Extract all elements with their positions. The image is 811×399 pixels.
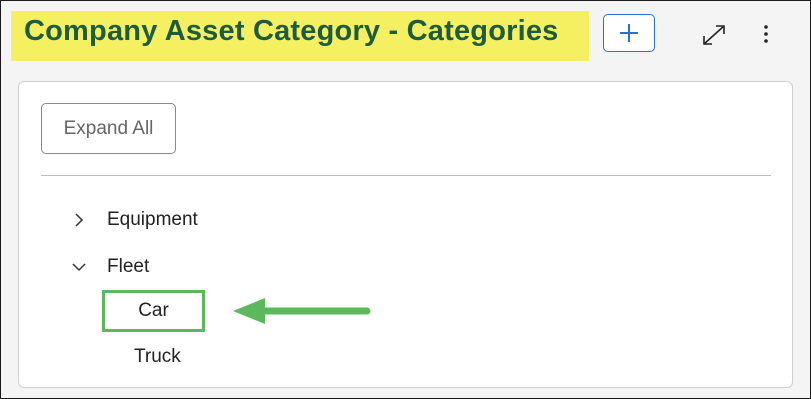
categories-panel: Expand All Equipment Fleet Car Truck bbox=[18, 81, 793, 388]
tree-item-truck[interactable]: Truck bbox=[134, 346, 181, 368]
tree-item-car[interactable]: Car bbox=[102, 290, 205, 332]
chevron-right-icon[interactable] bbox=[71, 212, 87, 228]
tree-item-fleet[interactable]: Fleet bbox=[71, 256, 149, 278]
plus-icon bbox=[620, 24, 638, 42]
expand-all-button[interactable]: Expand All bbox=[41, 103, 176, 154]
tree-item-label: Truck bbox=[134, 346, 181, 367]
annotation-arrow-icon bbox=[233, 298, 371, 324]
tree-item-label: Fleet bbox=[107, 256, 150, 277]
divider bbox=[41, 175, 771, 176]
tree-item-label: Car bbox=[138, 300, 169, 321]
more-vertical-icon[interactable] bbox=[758, 22, 774, 46]
chevron-down-icon[interactable] bbox=[71, 259, 87, 275]
page-title: Company Asset Category - Categories bbox=[24, 15, 559, 47]
add-category-button[interactable] bbox=[603, 14, 655, 52]
tree-item-equipment[interactable]: Equipment bbox=[71, 209, 198, 231]
expand-diagonal-icon[interactable] bbox=[700, 22, 728, 48]
tree-item-label: Equipment bbox=[107, 209, 198, 230]
